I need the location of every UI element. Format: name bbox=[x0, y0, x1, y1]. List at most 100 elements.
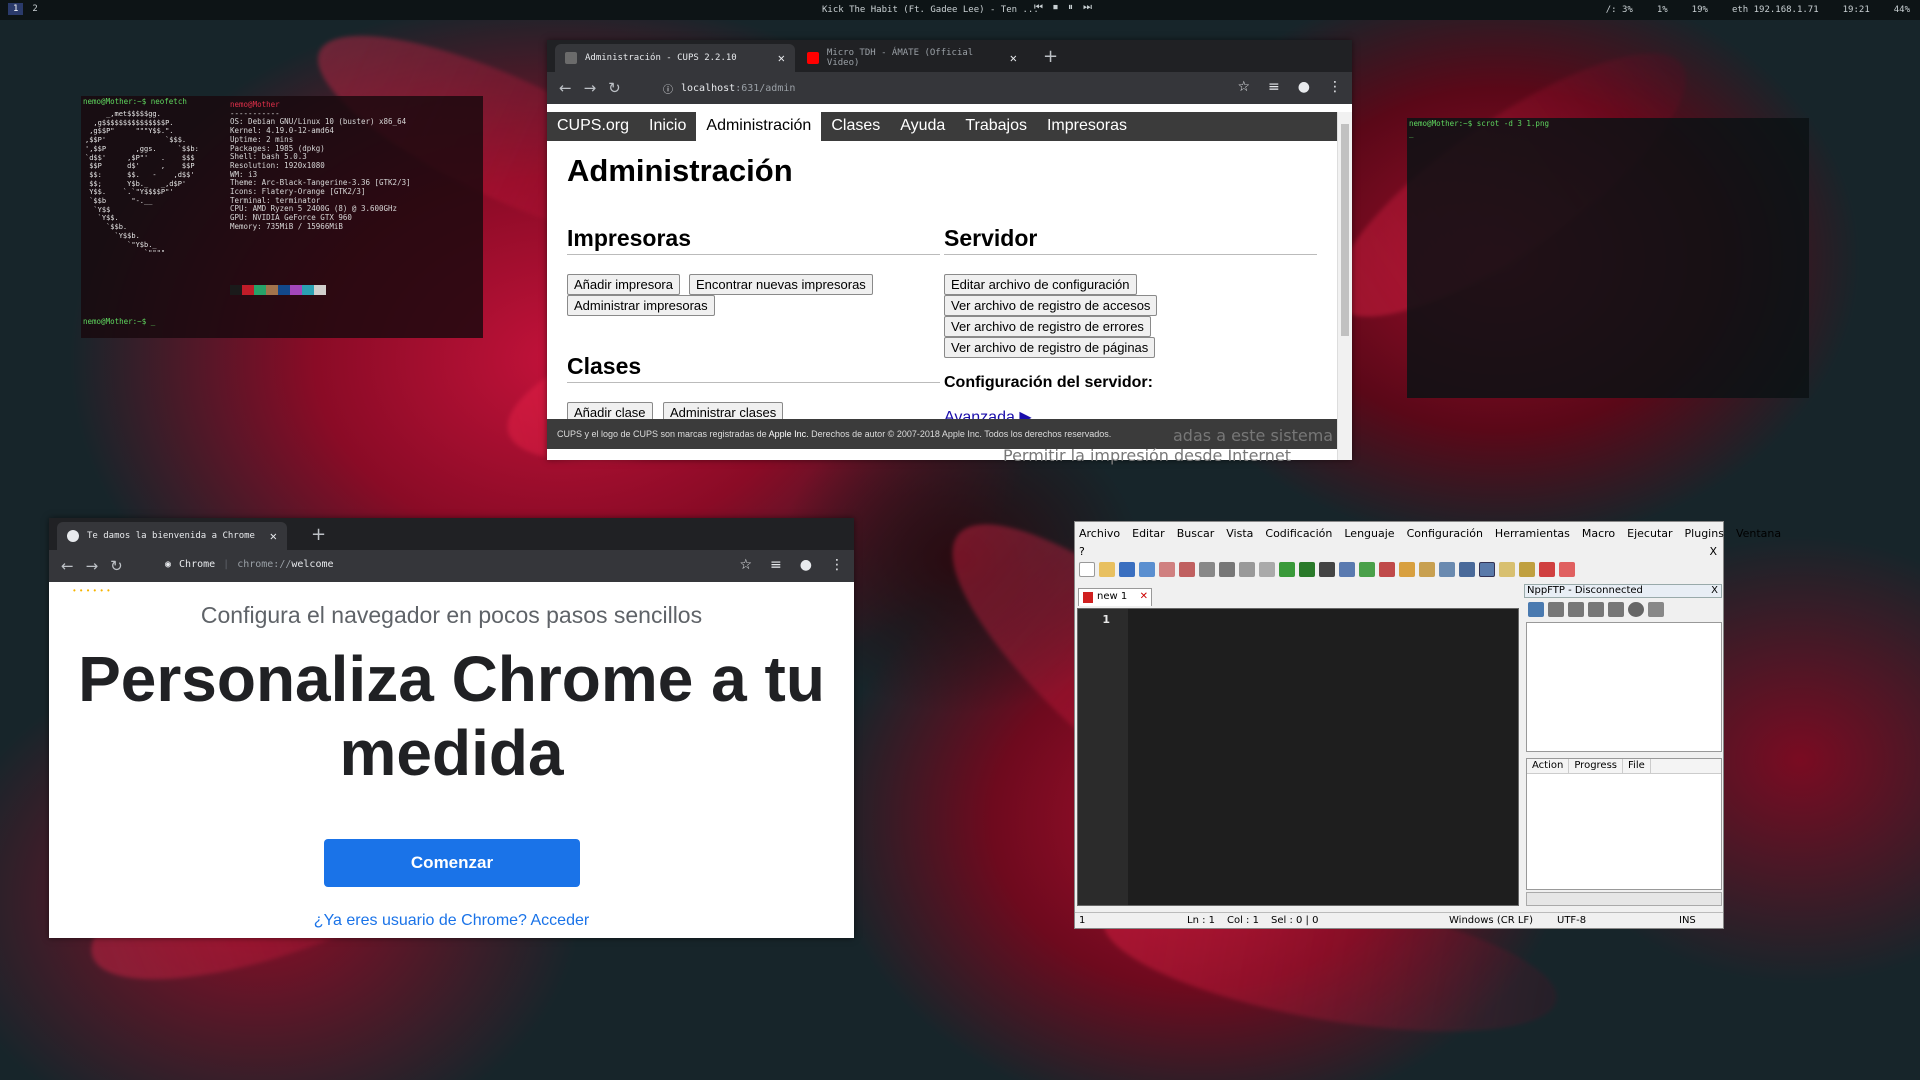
menu-codificacion[interactable]: Codificación bbox=[1265, 527, 1332, 540]
function-list-icon[interactable] bbox=[1519, 562, 1535, 577]
reload-icon[interactable]: ↻ bbox=[110, 557, 123, 575]
edit-config-button[interactable]: Editar archivo de configuración bbox=[944, 274, 1137, 295]
nav-inicio[interactable]: Inicio bbox=[639, 117, 696, 141]
apple-link[interactable]: Apple Inc. bbox=[769, 429, 809, 439]
scrollbar-thumb[interactable] bbox=[1341, 124, 1349, 336]
menu-help[interactable]: ? bbox=[1079, 545, 1085, 558]
redo-icon[interactable] bbox=[1299, 562, 1315, 577]
status-eol[interactable]: Windows (CR LF) bbox=[1449, 915, 1533, 926]
bookmark-star-icon[interactable]: ☆ bbox=[1237, 79, 1250, 95]
menu-kebab-icon[interactable]: ⋮ bbox=[830, 557, 844, 573]
new-file-icon[interactable] bbox=[1079, 562, 1095, 577]
profile-avatar-icon[interactable]: ● bbox=[800, 557, 812, 573]
tab-welcome[interactable]: Te damos la bienvenida a Chrome ✕ bbox=[57, 522, 287, 550]
tab-youtube-video[interactable]: Micro TDH - ÁMATE (Official Video) ✕ bbox=[797, 44, 1027, 72]
forward-icon[interactable]: → bbox=[584, 79, 597, 97]
sync-h-icon[interactable] bbox=[1419, 562, 1435, 577]
media-queue-icon[interactable]: ≡ bbox=[770, 557, 782, 573]
document-tab[interactable]: new 1 ✕ bbox=[1078, 588, 1152, 606]
folder-up-icon[interactable] bbox=[1548, 601, 1564, 617]
workspace-2[interactable]: 2 bbox=[27, 3, 42, 15]
close-document-icon[interactable]: X bbox=[1709, 545, 1717, 558]
info-icon[interactable]: ⓘ bbox=[663, 81, 673, 96]
word-wrap-icon[interactable] bbox=[1439, 562, 1455, 577]
menu-lenguaje[interactable]: Lenguaje bbox=[1344, 527, 1394, 540]
close-icon[interactable] bbox=[1159, 562, 1175, 577]
paste-icon[interactable] bbox=[1259, 562, 1275, 577]
column-progress[interactable]: Progress bbox=[1569, 759, 1624, 773]
close-tab-icon[interactable]: ✕ bbox=[1010, 51, 1017, 65]
new-tab-icon[interactable]: + bbox=[311, 524, 326, 545]
add-class-button[interactable]: Añadir clase bbox=[567, 402, 653, 419]
menu-configuracion[interactable]: Configuración bbox=[1407, 527, 1483, 540]
nppftp-queue[interactable]: Action Progress File bbox=[1526, 758, 1722, 890]
zoom-out-icon[interactable] bbox=[1379, 562, 1395, 577]
open-file-icon[interactable] bbox=[1099, 562, 1115, 577]
close-all-icon[interactable] bbox=[1179, 562, 1195, 577]
connect-icon[interactable] bbox=[1528, 601, 1544, 617]
sign-in-link[interactable]: ¿Ya eres usuario de Chrome? Acceder bbox=[49, 912, 854, 930]
nav-administracion[interactable]: Administración bbox=[696, 112, 822, 141]
menu-macro[interactable]: Macro bbox=[1582, 527, 1615, 540]
close-tab-icon[interactable]: ✕ bbox=[778, 51, 785, 65]
nppftp-file-tree[interactable] bbox=[1526, 622, 1722, 752]
profile-avatar-icon[interactable]: ● bbox=[1298, 79, 1310, 95]
manage-classes-button[interactable]: Administrar clases bbox=[663, 402, 784, 419]
sync-v-icon[interactable] bbox=[1399, 562, 1415, 577]
nav-clases[interactable]: Clases bbox=[821, 117, 890, 141]
column-file[interactable]: File bbox=[1623, 759, 1651, 773]
download-icon[interactable] bbox=[1568, 601, 1584, 617]
code-editor[interactable]: 1 bbox=[1077, 608, 1519, 906]
get-started-button[interactable]: Comenzar bbox=[324, 839, 580, 887]
indent-guide-icon[interactable] bbox=[1479, 562, 1495, 577]
reload-icon[interactable]: ↻ bbox=[608, 79, 621, 97]
stop-icon[interactable]: ⏹ bbox=[1053, 2, 1058, 13]
menu-plugins[interactable]: Plugins bbox=[1685, 527, 1724, 540]
new-tab-icon[interactable]: + bbox=[1043, 46, 1058, 67]
close-tab-icon[interactable]: ✕ bbox=[270, 529, 277, 543]
abort-icon[interactable] bbox=[1628, 601, 1644, 617]
undo-icon[interactable] bbox=[1279, 562, 1295, 577]
find-icon[interactable] bbox=[1319, 562, 1335, 577]
nav-cups-org[interactable]: CUPS.org bbox=[547, 117, 639, 141]
back-icon[interactable]: ← bbox=[559, 79, 572, 97]
refresh-icon[interactable] bbox=[1608, 601, 1624, 617]
view-access-log-button[interactable]: Ver archivo de registro de accesos bbox=[944, 295, 1158, 316]
play-macro-icon[interactable] bbox=[1559, 562, 1575, 577]
nav-ayuda[interactable]: Ayuda bbox=[890, 117, 955, 141]
address-bar[interactable]: ⓘ localhost:631/admin bbox=[663, 81, 795, 96]
bookmark-star-icon[interactable]: ☆ bbox=[739, 557, 752, 573]
menu-ventana[interactable]: Ventana bbox=[1736, 527, 1781, 540]
menu-editar[interactable]: Editar bbox=[1132, 527, 1165, 540]
manage-printers-button[interactable]: Administrar impresoras bbox=[567, 295, 715, 316]
pause-icon[interactable]: ⏸ bbox=[1068, 2, 1073, 13]
view-page-log-button[interactable]: Ver archivo de registro de páginas bbox=[944, 337, 1156, 358]
menu-kebab-icon[interactable]: ⋮ bbox=[1328, 79, 1342, 95]
print-icon[interactable] bbox=[1199, 562, 1215, 577]
nav-trabajos[interactable]: Trabajos bbox=[955, 117, 1037, 141]
previous-icon[interactable]: ⏮ bbox=[1034, 2, 1043, 13]
copy-icon[interactable] bbox=[1239, 562, 1255, 577]
terminal-neofetch[interactable]: nemo@Mother:~$ neofetch _,met$$$$$gg. ,g… bbox=[81, 96, 483, 338]
view-error-log-button[interactable]: Ver archivo de registro de errores bbox=[944, 316, 1151, 337]
forward-icon[interactable]: → bbox=[86, 557, 99, 575]
add-printer-button[interactable]: Añadir impresora bbox=[567, 274, 680, 295]
next-icon[interactable]: ⏭ bbox=[1083, 2, 1092, 13]
terminal-scrot[interactable]: nemo@Mother:~$ scrot -d 3 1.png _ bbox=[1407, 118, 1809, 398]
cut-icon[interactable] bbox=[1219, 562, 1235, 577]
column-action[interactable]: Action bbox=[1527, 759, 1570, 773]
close-tab-icon[interactable]: ✕ bbox=[1140, 591, 1148, 602]
status-encoding[interactable]: UTF-8 bbox=[1557, 915, 1586, 926]
close-panel-icon[interactable]: X bbox=[1711, 585, 1718, 596]
vertical-scrollbar[interactable] bbox=[1337, 112, 1352, 460]
settings-gear-icon[interactable] bbox=[1648, 601, 1664, 617]
tab-cups-admin[interactable]: Administración - CUPS 2.2.10 ✕ bbox=[555, 44, 795, 72]
find-printers-button[interactable]: Encontrar nuevas impresoras bbox=[689, 274, 873, 295]
workspace-1[interactable]: 1 bbox=[8, 3, 24, 15]
record-macro-icon[interactable] bbox=[1539, 562, 1555, 577]
horizontal-scrollbar[interactable] bbox=[1526, 892, 1722, 906]
save-icon[interactable] bbox=[1119, 562, 1135, 577]
nav-impresoras[interactable]: Impresoras bbox=[1037, 117, 1137, 141]
menu-vista[interactable]: Vista bbox=[1226, 527, 1253, 540]
replace-icon[interactable] bbox=[1339, 562, 1355, 577]
